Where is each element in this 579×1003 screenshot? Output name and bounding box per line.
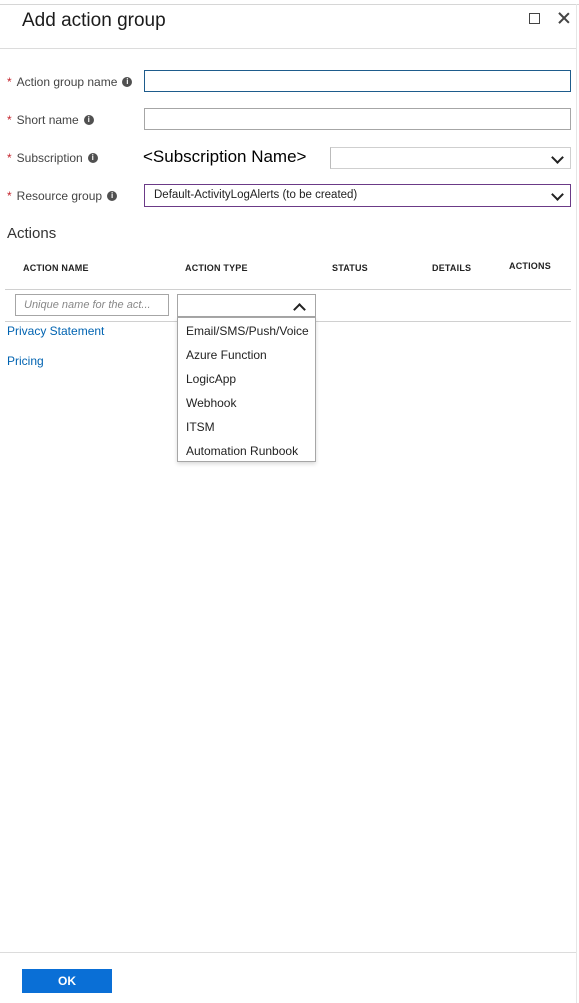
info-icon[interactable]: i <box>87 153 98 163</box>
resource-group-label-text: Resource group <box>16 189 103 203</box>
info-icon[interactable]: i <box>107 191 118 201</box>
subscription-label-text: Subscription <box>16 151 83 165</box>
option-email-sms-push-voice[interactable]: Email/SMS/Push/Voice <box>186 324 309 338</box>
pricing-link[interactable]: Pricing <box>7 354 44 368</box>
info-icon[interactable]: i <box>83 115 94 125</box>
column-header-action-type: ACTION TYPE <box>185 263 248 273</box>
resource-group-label: * Resource group i <box>7 189 118 203</box>
required-marker: * <box>7 151 12 165</box>
column-header-details: DETAILS <box>432 263 472 273</box>
option-itsm[interactable]: ITSM <box>186 420 215 434</box>
option-webhook[interactable]: Webhook <box>186 396 236 410</box>
top-border <box>0 4 579 5</box>
chevron-up-icon <box>293 303 306 316</box>
actions-section-title: Actions <box>7 225 57 242</box>
action-group-name-input[interactable] <box>144 70 571 92</box>
required-marker: * <box>7 113 12 127</box>
short-name-label-text: Short name <box>16 113 79 127</box>
column-header-status: STATUS <box>332 263 368 273</box>
short-name-input[interactable] <box>144 108 571 130</box>
footer-divider <box>0 952 576 953</box>
option-logicapp[interactable]: LogicApp <box>186 372 236 386</box>
ok-button[interactable]: OK <box>22 969 112 993</box>
option-automation-runbook[interactable]: Automation Runbook <box>186 444 298 458</box>
column-header-actions: ACTIONS <box>509 261 551 271</box>
short-name-label: * Short name i <box>7 113 94 127</box>
info-icon[interactable]: i <box>122 77 133 87</box>
resource-group-value: Default-ActivityLogAlerts (to be created… <box>154 189 358 201</box>
action-type-dropdown[interactable] <box>177 294 316 317</box>
column-header-action-name: ACTION NAME <box>23 263 89 273</box>
subscription-value: <Subscription Name> <box>143 147 307 166</box>
action-group-name-label: * Action group name i <box>7 75 133 89</box>
action-type-options-list: Email/SMS/Push/Voice Azure Function Logi… <box>177 317 316 462</box>
required-marker: * <box>7 75 12 89</box>
chevron-down-icon <box>551 188 564 201</box>
subscription-label: * Subscription i <box>7 151 98 165</box>
table-header-divider <box>5 289 571 290</box>
action-group-name-label-text: Action group name <box>16 75 118 89</box>
header-divider <box>0 48 576 49</box>
close-icon[interactable] <box>556 10 572 26</box>
required-marker: * <box>7 189 12 203</box>
action-name-input[interactable] <box>15 294 169 316</box>
right-border <box>576 4 577 1003</box>
privacy-statement-link[interactable]: Privacy Statement <box>7 324 104 338</box>
blade-title: Add action group <box>22 10 166 31</box>
maximize-icon[interactable] <box>529 13 540 24</box>
option-azure-function[interactable]: Azure Function <box>186 348 267 362</box>
subscription-dropdown[interactable] <box>330 147 571 169</box>
resource-group-dropdown[interactable]: Default-ActivityLogAlerts (to be created… <box>144 184 571 207</box>
chevron-down-icon <box>551 151 564 164</box>
